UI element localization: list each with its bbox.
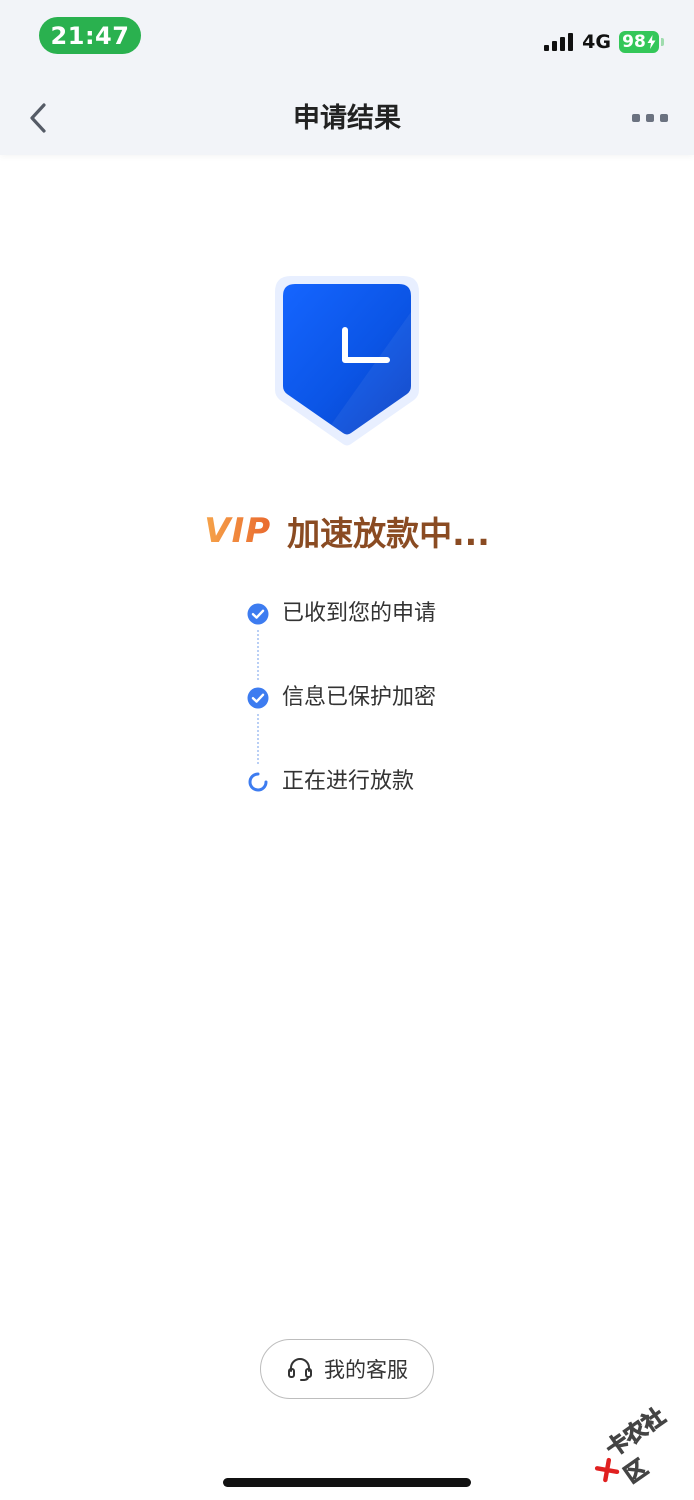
more-dot: [646, 114, 654, 122]
step-label: 正在进行放款: [282, 769, 415, 794]
top-bar: 21:47 4G 98 申请结果: [0, 0, 694, 155]
page-title: 申请结果: [293, 103, 401, 134]
step-connector: [257, 630, 259, 680]
status-time: 21:47: [39, 17, 141, 54]
battery-tip: [661, 38, 664, 46]
shield-clock-icon: [271, 272, 423, 448]
headset-icon: [288, 1358, 312, 1381]
battery-level: 98: [622, 32, 646, 52]
battery-icon: 98: [619, 31, 659, 53]
cellular-signal-icon: [544, 33, 574, 51]
vip-badge: VIP: [204, 511, 272, 551]
step-disbursing: 正在进行放款: [246, 764, 566, 848]
charging-bolt-icon: [647, 35, 656, 49]
more-dot: [632, 114, 640, 122]
step-label: 信息已保护加密: [282, 685, 437, 710]
check-circle-icon: [246, 602, 270, 626]
more-button[interactable]: [628, 105, 672, 131]
headline-text: 加速放款中...: [287, 514, 490, 553]
watermark: 卡农社区: [579, 1390, 694, 1500]
more-dot: [660, 114, 668, 122]
customer-service-label: 我的客服: [324, 1358, 408, 1382]
headline: VIP 加速放款中...: [0, 507, 694, 555]
loading-spinner-icon: [246, 770, 270, 794]
step-received: 已收到您的申请: [246, 596, 566, 680]
status-indicators: 4G 98: [544, 28, 664, 56]
step-label: 已收到您的申请: [282, 601, 437, 626]
progress-steps: 已收到您的申请 信息已保护加密 正在进行放款: [246, 596, 566, 848]
check-circle-icon: [246, 686, 270, 710]
customer-service-button[interactable]: 我的客服: [260, 1339, 434, 1399]
screen: 21:47 4G 98 申请结果 VIP 加速放款中... 已收到您的申请 信息…: [0, 0, 694, 1500]
step-encrypted: 信息已保护加密: [246, 680, 566, 764]
network-type: 4G: [582, 31, 611, 53]
home-indicator: [223, 1478, 471, 1487]
step-connector: [257, 714, 259, 764]
